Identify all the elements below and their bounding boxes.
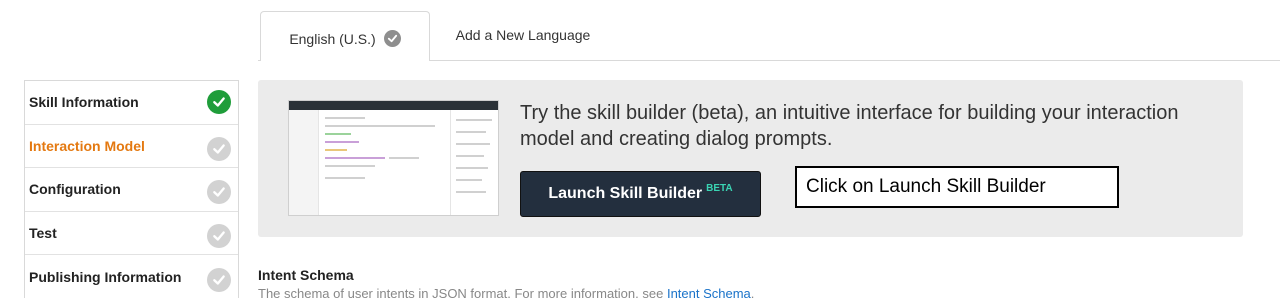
skill-builder-description: Try the skill builder (beta), an intuiti…: [520, 102, 1179, 150]
tab-english-us-label: English (U.S.): [289, 30, 376, 47]
check-circle-icon: [207, 267, 231, 292]
launch-skill-builder-label: Launch Skill Builder: [548, 185, 703, 202]
instruction-callout: Click on Launch Skill Builder: [795, 166, 1119, 208]
check-circle-icon: [383, 30, 401, 47]
beta-badge: BETA: [706, 183, 733, 194]
intent-schema-description: The schema of user intents in JSON forma…: [258, 286, 754, 298]
intent-schema-link[interactable]: Intent Schema: [667, 286, 751, 298]
instruction-callout-text: Click on Launch Skill Builder: [806, 176, 1046, 197]
sidebar-item-interaction-model[interactable]: Interaction Model: [25, 125, 238, 169]
sidebar-item-label: Publishing Information: [29, 268, 182, 285]
intent-schema-description-text: The schema of user intents in JSON forma…: [258, 286, 664, 298]
sidebar-item-configuration[interactable]: Configuration: [25, 168, 238, 212]
check-circle-icon: [207, 224, 231, 249]
intent-schema-trailing: .: [750, 286, 755, 298]
check-circle-icon: [207, 90, 231, 115]
sidebar-item-publishing-information[interactable]: Publishing Information: [25, 255, 238, 298]
intent-schema-heading: Intent Schema: [258, 267, 354, 283]
sidebar-item-label: Interaction Model: [29, 137, 145, 154]
tab-add-language[interactable]: Add a New Language: [430, 11, 616, 59]
skill-sidebar: Skill Information Interaction Model Conf…: [24, 80, 239, 298]
sidebar-item-label: Configuration: [29, 181, 121, 198]
skill-builder-preview-image: [288, 100, 499, 216]
sidebar-item-skill-information[interactable]: Skill Information: [25, 81, 238, 125]
sidebar-item-label: Skill Information: [29, 94, 139, 111]
tab-english-us[interactable]: English (U.S.): [260, 11, 430, 61]
check-circle-icon: [207, 180, 231, 205]
skill-builder-banner: Try the skill builder (beta), an intuiti…: [258, 80, 1243, 237]
tab-add-language-label: Add a New Language: [455, 27, 591, 43]
sidebar-item-test[interactable]: Test: [25, 212, 238, 256]
check-circle-icon: [207, 136, 231, 161]
sidebar-item-label: Test: [29, 225, 57, 242]
launch-skill-builder-button[interactable]: Launch Skill Builder BETA: [520, 171, 761, 217]
